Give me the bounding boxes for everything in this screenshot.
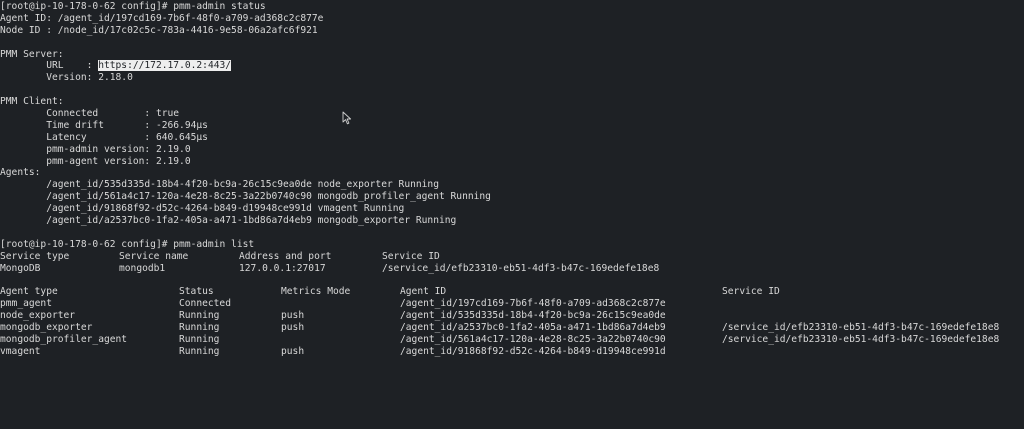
agent-id-cell: /agent_id/535d335d-18b4-4f20-bc9a-26c15c… [400, 310, 666, 322]
agent-service-id-cell: /service_id/efb23310-eb51-4df3-b47c-169e… [722, 333, 1000, 345]
service-address-cell: 127.0.0.1:27017 [239, 262, 326, 274]
client-line: Time drift : -266.94µs [0, 119, 208, 131]
agent-id-cell: /agent_id/197cd169-7b6f-48f0-a709-ad368c… [400, 298, 666, 310]
agent-id-cell: /agent_id/561a4c17-120a-4e28-8c25-3a22b0… [400, 333, 666, 345]
service-name-cell: mongodb1 [119, 262, 166, 274]
table-row: mongodb_profiler_agent Running /agent_id… [0, 334, 1024, 346]
agent-status-cell: Running [179, 333, 220, 345]
agents-header-cell: Service ID [722, 286, 780, 298]
mouse-pointer-icon [342, 111, 352, 125]
server-url-line: URL : https://172.17.0.2:443/ [0, 60, 1024, 72]
agent-type-cell: mongodb_exporter [0, 322, 93, 334]
service-id-cell: /service_id/efb23310-eb51-4df3-b47c-169e… [382, 262, 660, 274]
service-type-cell: MongoDB [0, 262, 41, 274]
agent-type-cell: vmagent [0, 345, 41, 357]
command-text: pmm-admin list [173, 238, 255, 250]
agent-status-cell: Running [179, 310, 220, 322]
table-row: node_exporter Running push /agent_id/535… [0, 310, 1024, 322]
command-text: pmm-admin status [173, 1, 266, 12]
agents-header-cell: Metrics Mode [281, 286, 351, 298]
table-row: mongodb_exporter Running push /agent_id/… [0, 322, 1024, 334]
agent-status-cell: Connected [179, 298, 231, 310]
agent-id-cell: /agent_id/a2537bc0-1fa2-405a-a471-1bd86a… [400, 322, 666, 334]
client-line: pmm-agent version: 2.19.0 [0, 155, 191, 167]
table-row: vmagent Running push /agent_id/91868f92-… [0, 346, 1024, 358]
client-line: Connected : true [0, 108, 180, 120]
agent-line: /agent_id/91868f92-d52c-4264-b849-d19948… [0, 203, 405, 215]
agents-header-cell: Agent type [0, 286, 58, 298]
shell-prompt: [root@ip-10-178-0-62 config]# [0, 238, 174, 250]
prompt-line-status: [root@ip-10-178-0-62 config]# pmm-admin … [0, 1, 1024, 13]
table-row: pmm_agent Connected /agent_id/197cd169-7… [0, 298, 1024, 310]
agent-status-cell: Running [179, 322, 220, 334]
agent-type-cell: node_exporter [0, 310, 76, 322]
agents-header-cell: Status [179, 286, 214, 298]
url-label: URL : [0, 60, 99, 72]
agent-type-cell: mongodb_profiler_agent [0, 333, 128, 345]
prompt-line-list: [root@ip-10-178-0-62 config]# pmm-admin … [0, 239, 1024, 251]
services-header-cell: Service name [119, 250, 189, 262]
agent-line: /agent_id/a2537bc0-1fa2-405a-a471-1bd86a… [0, 215, 457, 227]
agents-heading: Agents: [0, 167, 41, 179]
services-header-cell: Service ID [382, 250, 440, 262]
agent-status-cell: Running [179, 345, 220, 357]
agents-header-row: Agent type Status Metrics Mode Agent ID … [0, 286, 1024, 298]
agent-line: /agent_id/535d335d-18b4-4f20-bc9a-26c15c… [0, 179, 439, 191]
pmm-client-heading: PMM Client: [0, 96, 64, 108]
client-line: pmm-admin version: 2.19.0 [0, 143, 191, 155]
agent-service-id-cell: /service_id/efb23310-eb51-4df3-b47c-169e… [722, 322, 1000, 334]
services-header-cell: Address and port [239, 250, 332, 262]
agent-metrics-cell: push [281, 322, 305, 334]
services-header-row: Service type Service name Address and po… [0, 251, 1024, 263]
agent-id-cell: /agent_id/91868f92-d52c-4264-b849-d19948… [400, 345, 666, 357]
client-line: Latency : 640.645µs [0, 131, 208, 143]
agent-metrics-cell: push [281, 345, 305, 357]
server-url-selected[interactable]: https://172.17.0.2:443/ [98, 60, 232, 72]
pmm-server-heading: PMM Server: [0, 48, 64, 60]
server-version-line: Version: 2.18.0 [0, 72, 133, 84]
services-header-cell: Service type [0, 250, 70, 262]
table-row: MongoDB mongodb1 127.0.0.1:27017 /servic… [0, 263, 1024, 275]
node-id-line: Node ID : /node_id/17c02c5c-783a-4416-9e… [0, 24, 318, 36]
agents-header-cell: Agent ID [400, 286, 447, 298]
shell-prompt: [root@ip-10-178-0-62 config]# [0, 1, 174, 12]
agent-type-cell: pmm_agent [0, 298, 52, 310]
agent-id-line: Agent ID: /agent_id/197cd169-7b6f-48f0-a… [0, 12, 324, 24]
terminal-window[interactable]: [root@ip-10-178-0-62 config]# pmm-admin … [0, 0, 1024, 370]
agent-line: /agent_id/561a4c17-120a-4e28-8c25-3a22b0… [0, 191, 491, 203]
agent-metrics-cell: push [281, 310, 305, 322]
